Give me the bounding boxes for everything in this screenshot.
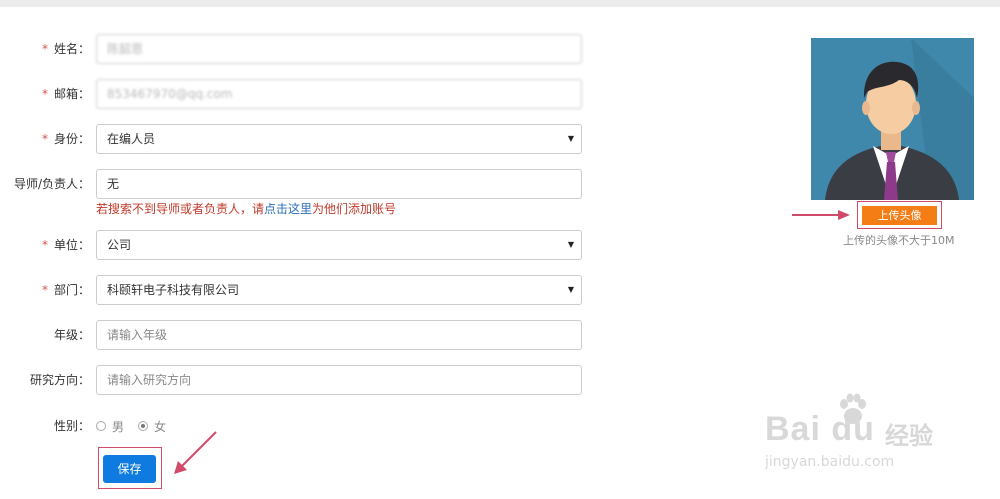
gender-option-female[interactable]: 女 [138,418,166,435]
identity-label: * 身份： [41,132,90,146]
upload-avatar-button[interactable]: 上传头像 [862,206,937,225]
save-button[interactable]: 保存 [103,455,156,483]
identity-select[interactable]: 在编人员 ▼ [96,124,582,154]
research-input[interactable]: 请输入研究方向 [96,365,582,395]
name-input[interactable]: 陈韶恩 [96,34,582,64]
baidu-jingyan-watermark: Bai du 经验 jingyan.baidu.com [765,392,965,482]
save-highlight-box: 保存 [98,447,162,489]
annotation-arrow-icon [792,210,850,220]
radio-female[interactable] [138,421,149,431]
unit-row: * 单位： 公司 ▼ [0,230,600,260]
mentor-input[interactable]: 无 [96,169,582,199]
dropdown-arrow-icon: ▼ [567,240,574,249]
add-account-link[interactable]: 点击这里 [264,202,312,216]
identity-row: * 身份： 在编人员 ▼ [0,124,600,154]
research-row: 研究方向： 请输入研究方向 [0,365,600,395]
identity-value: 在编人员 [107,132,156,146]
upload-highlight-box: 上传头像 [857,201,942,229]
dept-value: 科颐轩电子科技有限公司 [107,283,240,297]
gender-row: 性别： [0,411,600,441]
name-row: * 姓名： 陈韶恩 [0,34,600,64]
avatar-image [811,38,974,200]
watermark-cn: 经验 [885,422,933,450]
dept-label: * 部门： [41,283,90,297]
grade-input[interactable]: 请输入年级 [96,320,582,350]
paw-icon [840,393,866,424]
email-row: * 邮箱： 853467970@qq.com [0,79,600,109]
grade-row: 年级： 请输入年级 [0,320,600,350]
mentor-hint: 若搜索不到导师或者负责人，请点击这里为他们添加账号 [96,202,397,216]
dept-row: * 部门： 科颐轩电子科技有限公司 ▼ [0,275,600,305]
unit-value: 公司 [107,238,132,252]
mentor-row: 导师/负责人： 无 [0,169,600,199]
upload-hint: 上传的头像不大于10M [843,234,955,247]
unit-select[interactable]: 公司 ▼ [96,230,582,260]
radio-male[interactable] [96,421,106,431]
gender-group: 男 女 [96,418,180,435]
dropdown-arrow-icon: ▼ [567,285,574,294]
watermark-url: jingyan.baidu.com [765,454,895,470]
gender-option-male[interactable]: 男 [96,418,124,435]
email-label: * 邮箱： [41,87,90,101]
gender-label: 性别： [53,419,90,433]
name-label: * 姓名： [41,42,90,56]
dropdown-arrow-icon: ▼ [567,134,574,143]
research-label: 研究方向： [29,373,90,387]
mentor-label: 导师/负责人： [13,177,90,191]
grade-label: 年级： [53,328,90,342]
dept-select[interactable]: 科颐轩电子科技有限公司 ▼ [96,275,582,305]
email-input[interactable]: 853467970@qq.com [96,79,582,109]
person-avatar-icon [811,38,974,200]
unit-label: * 单位： [41,238,90,252]
top-bar [0,0,1000,7]
